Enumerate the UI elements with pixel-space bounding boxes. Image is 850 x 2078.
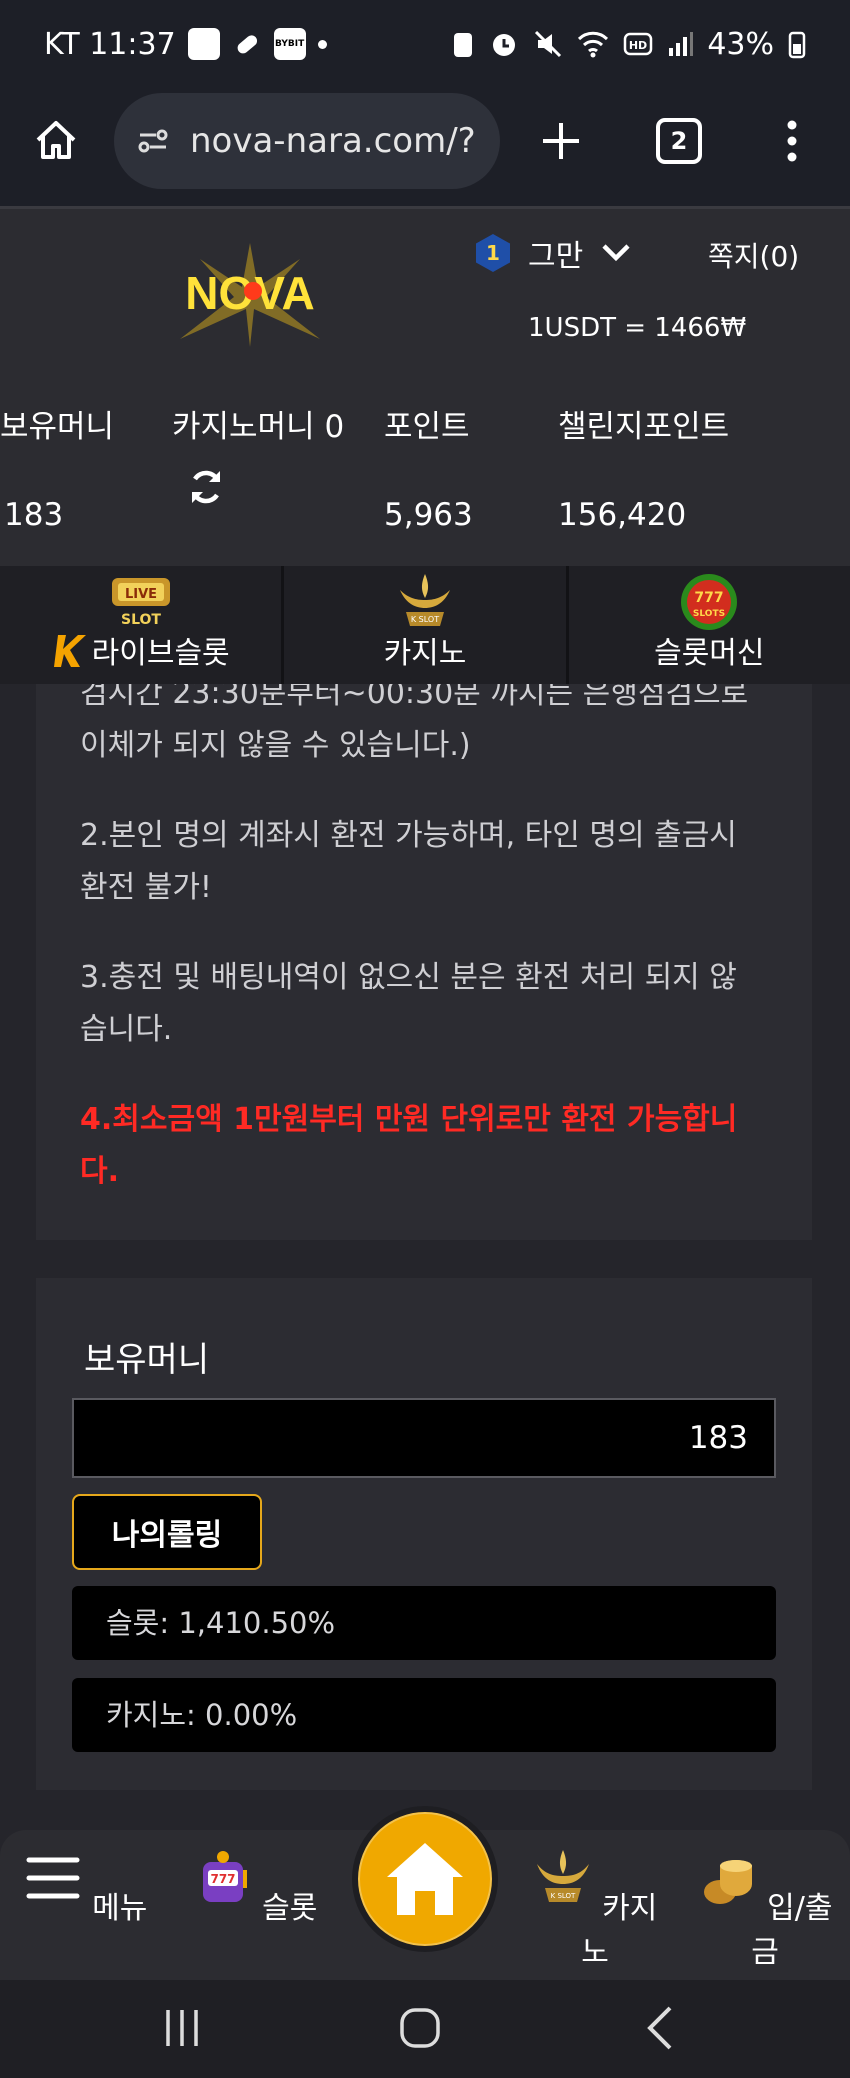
battery-percent: 43% bbox=[707, 26, 774, 62]
more-notifications-dot bbox=[317, 39, 327, 49]
notice-line: 3.충전 및 배팅내역이 없으신 분은 환전 처리 되지 않 bbox=[80, 960, 737, 995]
nav-label: 입/출금 bbox=[751, 1891, 833, 1970]
svg-text:777: 777 bbox=[695, 590, 724, 606]
nav-casino[interactable]: K SLOT 카지노 bbox=[520, 1848, 670, 1971]
bybit-icon: BYBIT bbox=[273, 28, 306, 60]
svg-text:SLOT: SLOT bbox=[121, 612, 161, 628]
svg-text:K SLOT: K SLOT bbox=[550, 1892, 575, 1900]
casino-rolling-field: 카지노: 0.00% bbox=[72, 1678, 776, 1752]
refresh-icon[interactable] bbox=[186, 467, 226, 507]
category-label: 라이브슬롯 bbox=[91, 636, 230, 671]
category-label: 슬롯머신 bbox=[654, 636, 765, 671]
address-bar[interactable]: nova-nara.com/? bbox=[114, 93, 500, 189]
casino-money-label: 카지노머니 0 bbox=[172, 409, 345, 445]
alarm-icon bbox=[493, 34, 516, 56]
challenge-points-value: 156,420 bbox=[558, 497, 687, 533]
home-button[interactable] bbox=[352, 1806, 498, 1952]
new-tab-icon[interactable] bbox=[536, 116, 586, 166]
points-value: 5,963 bbox=[384, 497, 473, 533]
balance-field[interactable]: 183 bbox=[72, 1398, 776, 1478]
home-icon bbox=[387, 1843, 463, 1915]
notice-line: 습니다. bbox=[80, 1012, 173, 1047]
notice-warning-line: 4.최소금액 1만원부터 만원 단위로만 환전 가능합니 bbox=[80, 1102, 738, 1137]
svg-text:LIVE: LIVE bbox=[125, 587, 157, 602]
recent-apps-icon[interactable] bbox=[162, 2006, 202, 2050]
challenge-points-label: 챌린지포인트 bbox=[558, 409, 730, 445]
slot-machine-icon: 777 bbox=[202, 1851, 247, 1902]
svg-text:HD: HD bbox=[629, 39, 647, 52]
username: 그만 bbox=[528, 239, 584, 274]
777-slots-icon: 777 SLOTS bbox=[681, 574, 738, 630]
balance-label: 보유머니 bbox=[0, 409, 115, 445]
hamburger-icon bbox=[26, 1857, 80, 1899]
home-nav-icon[interactable] bbox=[398, 2006, 442, 2050]
coins-icon bbox=[703, 1860, 752, 1904]
nav-slot[interactable]: 777 슬롯 bbox=[180, 1848, 330, 1927]
category-label: 카지노 bbox=[383, 636, 467, 671]
category-slot-machine[interactable]: 777 SLOTS 슬롯머신 bbox=[569, 566, 850, 684]
notice-line: 이체가 되지 않을 수 있습니다.) bbox=[80, 728, 471, 763]
exchange-rate: 1USDT = 1466₩ bbox=[528, 313, 747, 343]
live-slot-icon: LIVE SLOT bbox=[111, 578, 170, 628]
screen: KT 11:37 BYBIT HD 43% nova-nara.com/? 2 … bbox=[0, 0, 850, 2078]
system-navigation-bar bbox=[0, 1980, 850, 2078]
status-bar: KT 11:37 BYBIT HD 43% bbox=[0, 0, 850, 88]
category-nav: LIVE SLOT 라이브슬롯 K SLOT 카지노 777 SLOTS 슬롯머신 bbox=[0, 566, 850, 684]
wallet-title: 보유머니 bbox=[84, 1340, 210, 1380]
exchange-notice: 검시간 23:30분부터~00:30분 까지는 은행점검으로 이체가 되지 않을… bbox=[36, 684, 812, 1240]
overflow-menu-icon[interactable] bbox=[780, 116, 804, 166]
my-rolling-button[interactable]: 나의롤링 bbox=[72, 1494, 262, 1570]
k-slot-icon: K SLOT bbox=[536, 1850, 589, 1902]
notice-line: 환전 불가! bbox=[80, 870, 212, 905]
nav-menu[interactable]: 메뉴 bbox=[10, 1848, 160, 1927]
url-text: nova-nara.com/? bbox=[190, 121, 476, 161]
balance-value: 183 bbox=[4, 497, 64, 533]
notice-warning-line: 다. bbox=[80, 1154, 119, 1189]
k-slot-icon: K SLOT bbox=[399, 574, 450, 626]
svg-text:K SLOT: K SLOT bbox=[411, 615, 439, 624]
wallet-card: 보유머니 183 나의롤링 슬롯: 1,410.50% 카지노: 0.00% bbox=[36, 1278, 812, 1790]
carrier-time: KT 11:37 bbox=[44, 26, 176, 62]
k-brand-icon bbox=[53, 635, 86, 667]
category-casino[interactable]: K SLOT 카지노 bbox=[284, 566, 569, 684]
tab-switcher-button[interactable]: 2 bbox=[656, 118, 702, 164]
slot-rolling-field: 슬롯: 1,410.50% bbox=[72, 1586, 776, 1660]
wifi-icon bbox=[578, 31, 609, 58]
notification-app-icon bbox=[187, 28, 220, 60]
category-live-slot[interactable]: LIVE SLOT 라이브슬롯 bbox=[0, 566, 285, 684]
svg-text:SLOTS: SLOTS bbox=[693, 609, 725, 619]
pill-icon bbox=[237, 35, 257, 54]
nav-label: 슬롯 bbox=[262, 1891, 318, 1926]
nav-label: 메뉴 bbox=[92, 1891, 148, 1926]
signal-icon bbox=[669, 32, 694, 56]
data-saver-icon bbox=[454, 33, 473, 57]
messages-link[interactable]: 쪽지(0) bbox=[708, 235, 799, 275]
battery-icon bbox=[788, 31, 806, 59]
points-label: 포인트 bbox=[384, 409, 470, 445]
nova-logo[interactable]: NOVA bbox=[150, 239, 350, 349]
site-header: NOVA 1 그만 쪽지(0) 1USDT = 1466₩ 보유머니 카지노머니… bbox=[0, 206, 850, 566]
hd-icon: HD bbox=[624, 32, 653, 56]
notice-line: 검시간 23:30분부터~00:30분 까지는 은행점검으로 bbox=[80, 684, 749, 711]
user-menu[interactable]: 1 그만 bbox=[476, 231, 631, 275]
level-badge: 1 bbox=[476, 234, 510, 272]
browser-toolbar: nova-nara.com/? 2 bbox=[0, 88, 850, 206]
site-settings-icon[interactable] bbox=[136, 126, 170, 156]
chevron-down-icon bbox=[602, 244, 630, 262]
svg-text:777: 777 bbox=[210, 1872, 235, 1886]
mute-icon bbox=[535, 30, 562, 58]
home-icon[interactable] bbox=[30, 112, 82, 168]
back-icon[interactable] bbox=[644, 2004, 676, 2052]
nav-deposit-withdraw[interactable]: 입/출금 bbox=[690, 1848, 840, 1971]
notice-line: 2.본인 명의 계좌시 환전 가능하며, 타인 명의 출금시 bbox=[80, 818, 737, 853]
